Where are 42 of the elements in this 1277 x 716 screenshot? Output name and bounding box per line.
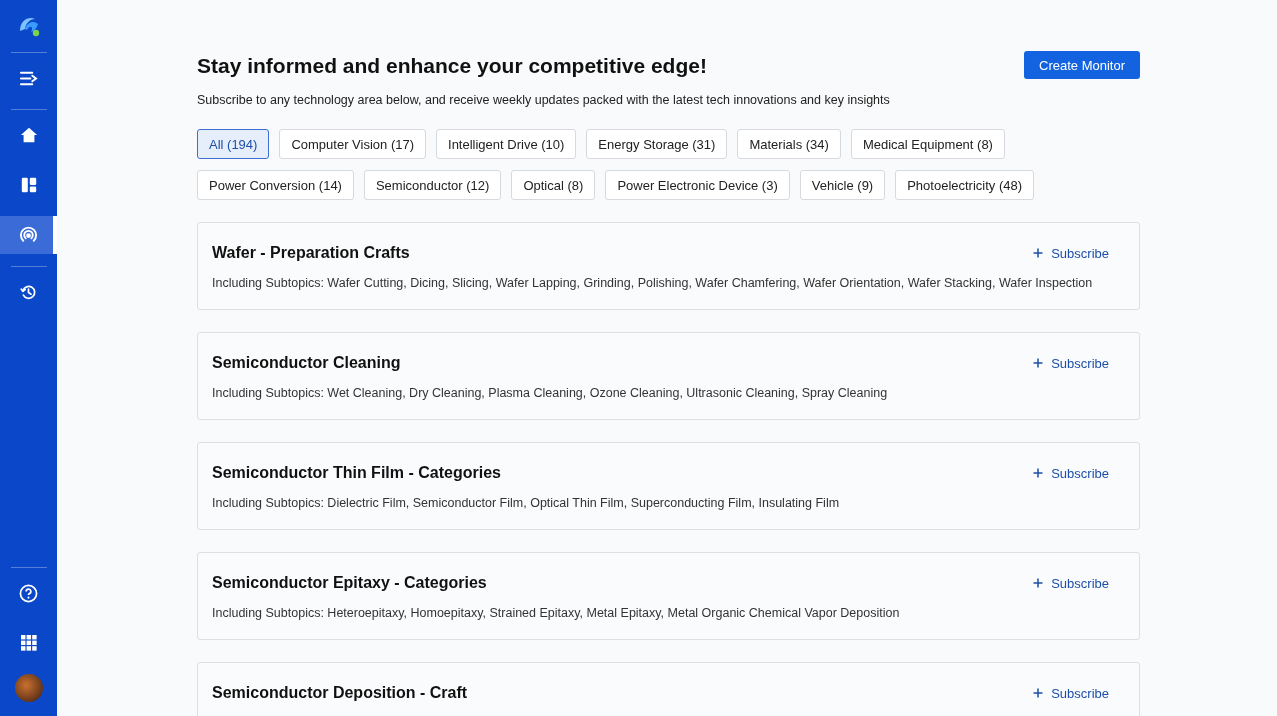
subtopics-text: Including Subtopics: Wafer Cutting, Dicing, Slicing, Wafer Lapping, Grinding, Polishing, Wafer Chamfering, Wafer Orientation, Wafer Stacking, Wafer Inspection [212, 276, 1094, 290]
filter-chip[interactable]: Optical (8) [511, 170, 596, 200]
filter-chip[interactable]: All (194) [197, 129, 270, 159]
subtopics-text: Including Subtopics: Heteroepitaxy, Homoepitaxy, Strained Epitaxy, Metal Epitaxy, Metal Organic Chemical Vapor Deposition [212, 606, 901, 620]
board-icon [20, 177, 37, 193]
subscribe-button[interactable]: Subscribe [1033, 465, 1125, 481]
filter-chip[interactable]: Photoelectricity (48) [895, 170, 1035, 200]
home-icon [19, 126, 38, 144]
topic-title: Semiconductor Deposition - Craft [212, 684, 468, 702]
filter-chip[interactable]: Materials (34) [737, 129, 841, 159]
create-monitor-button[interactable]: Create Monitor [1024, 51, 1140, 79]
topic-title: Semiconductor Cleaning [212, 354, 401, 372]
topic-title: Semiconductor Thin Film - Categories [212, 464, 501, 482]
subtopics-text: Including Subtopics: Dielectric Film, Semiconductor Film, Optical Thin Film, Superconducting Film, Insulating Film [212, 496, 841, 510]
plus-icon [1033, 248, 1044, 258]
plus-icon [1033, 468, 1044, 478]
plus-icon [1033, 688, 1044, 698]
topic-title: Semiconductor Epitaxy - Categories [212, 574, 487, 592]
plus-icon [1033, 578, 1044, 588]
filter-chip[interactable]: Intelligent Drive (10) [436, 129, 577, 159]
subscribe-button[interactable]: Subscribe [1033, 685, 1125, 701]
subscribe-button[interactable]: Subscribe [1033, 355, 1125, 371]
filter-chip[interactable]: Energy Storage (31) [586, 129, 728, 159]
apps-grid-icon [20, 635, 37, 651]
topic-title: Wafer - Preparation Crafts [212, 244, 410, 262]
filter-chip[interactable]: Semiconductor (12) [363, 170, 502, 200]
filter-chip[interactable]: Power Conversion (14) [197, 170, 354, 200]
subtopics-text: Including Subtopics: Wet Cleaning, Dry Cleaning, Plasma Cleaning, Ozone Cleaning, Ultrasonic Cleaning, Spray Cleaning [212, 386, 889, 400]
page-title: Stay informed and enhance your competitive edge! [197, 54, 708, 78]
subscribe-button[interactable]: Subscribe [1033, 575, 1125, 591]
page-subtitle: Subscribe to any technology area below, and receive weekly updates packed with the latest tech innovations and key insights [197, 93, 890, 107]
filter-chip[interactable]: Vehicle (9) [799, 170, 886, 200]
help-icon [19, 583, 38, 603]
user-avatar[interactable] [14, 674, 43, 702]
filter-chip[interactable]: Medical Equipment (8) [850, 129, 1005, 159]
broadcast-icon [19, 225, 38, 245]
nav-item[interactable] [0, 216, 57, 254]
subscribe-button[interactable]: Subscribe [1033, 245, 1125, 261]
filter-chip[interactable]: Power Electronic Device (3) [605, 170, 790, 200]
plus-icon [1033, 358, 1044, 368]
history-icon [20, 283, 37, 301]
filter-chip[interactable]: Computer Vision (17) [279, 129, 426, 159]
